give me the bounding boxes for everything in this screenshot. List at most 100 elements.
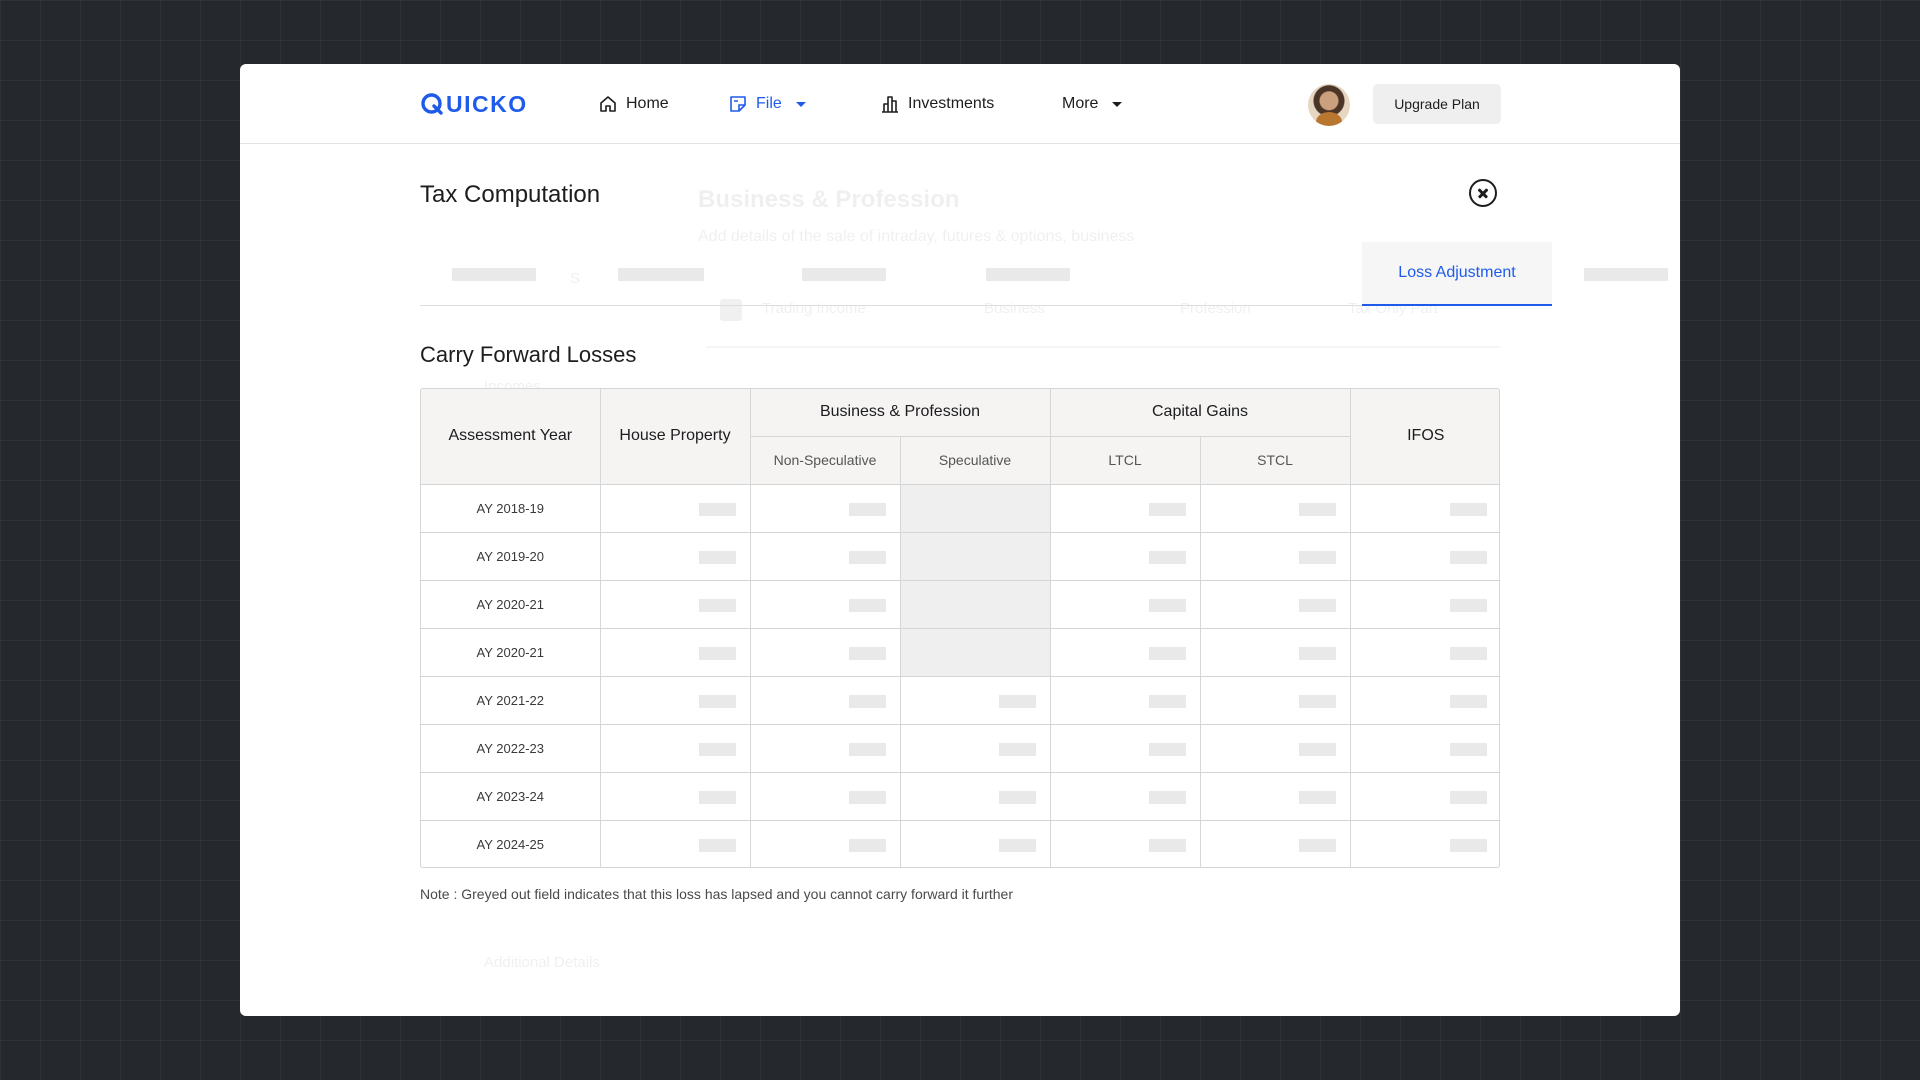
non-speculative-cell[interactable] bbox=[749, 819, 901, 867]
value-placeholder bbox=[1298, 742, 1336, 756]
user-avatar[interactable] bbox=[1308, 84, 1350, 126]
value-placeholder bbox=[1450, 790, 1488, 804]
non-speculative-cell[interactable] bbox=[749, 579, 901, 629]
header-ltcl: LTCL bbox=[1049, 435, 1201, 485]
tab-1[interactable] bbox=[420, 242, 572, 306]
non-speculative-cell[interactable] bbox=[749, 531, 901, 581]
carry-forward-losses-table: Assessment Year House Property Business … bbox=[420, 388, 1500, 868]
value-placeholder bbox=[998, 838, 1036, 852]
ltcl-cell[interactable] bbox=[1049, 483, 1201, 533]
nav-investments-label: Investments bbox=[908, 95, 995, 112]
non-speculative-cell[interactable] bbox=[749, 483, 901, 533]
upgrade-plan-button[interactable]: Upgrade Plan bbox=[1373, 84, 1501, 124]
ltcl-cell[interactable] bbox=[1049, 771, 1201, 821]
tab-label-placeholder bbox=[452, 268, 536, 281]
ifos-cell[interactable] bbox=[1349, 627, 1499, 677]
tab-label-placeholder bbox=[802, 268, 886, 281]
stcl-cell[interactable] bbox=[1199, 819, 1351, 867]
logo-q-icon bbox=[421, 93, 443, 115]
ltcl-cell[interactable] bbox=[1049, 627, 1201, 677]
house-property-cell[interactable] bbox=[599, 531, 751, 581]
assessment-year-cell: AY 2020-21 bbox=[421, 579, 601, 629]
ltcl-cell[interactable] bbox=[1049, 723, 1201, 773]
value-placeholder bbox=[1148, 742, 1186, 756]
value-placeholder bbox=[998, 790, 1036, 804]
tab-loss-adjustment[interactable]: Loss Adjustment bbox=[1362, 242, 1552, 306]
value-placeholder bbox=[698, 838, 736, 852]
stcl-cell[interactable] bbox=[1199, 627, 1351, 677]
value-placeholder bbox=[1148, 646, 1186, 660]
table-row: AY 2020-21 bbox=[421, 627, 1499, 677]
ltcl-cell[interactable] bbox=[1049, 819, 1201, 867]
non-speculative-cell[interactable] bbox=[749, 675, 901, 725]
house-property-cell[interactable] bbox=[599, 771, 751, 821]
stcl-cell[interactable] bbox=[1199, 483, 1351, 533]
ifos-cell[interactable] bbox=[1349, 531, 1499, 581]
nav-file[interactable]: File bbox=[728, 92, 806, 116]
nav-investments[interactable]: Investments bbox=[880, 92, 994, 116]
ltcl-cell[interactable] bbox=[1049, 531, 1201, 581]
speculative-cell[interactable] bbox=[899, 723, 1051, 773]
non-speculative-cell[interactable] bbox=[749, 627, 901, 677]
value-placeholder bbox=[998, 694, 1036, 708]
ifos-cell[interactable] bbox=[1349, 675, 1499, 725]
stcl-cell[interactable] bbox=[1199, 675, 1351, 725]
value-placeholder bbox=[698, 742, 736, 756]
tab-3[interactable] bbox=[752, 242, 932, 306]
ifos-cell[interactable] bbox=[1349, 723, 1499, 773]
house-property-cell[interactable] bbox=[599, 723, 751, 773]
modal-title: Tax Computation bbox=[420, 181, 601, 208]
tab-label-placeholder bbox=[618, 268, 704, 281]
speculative-cell[interactable] bbox=[899, 675, 1051, 725]
house-property-cell[interactable] bbox=[599, 579, 751, 629]
ltcl-cell[interactable] bbox=[1049, 675, 1201, 725]
stcl-cell[interactable] bbox=[1199, 579, 1351, 629]
ifos-cell[interactable] bbox=[1349, 483, 1499, 533]
value-placeholder bbox=[1148, 550, 1186, 564]
chevron-down-icon bbox=[795, 101, 806, 107]
tab-5[interactable] bbox=[1112, 242, 1352, 306]
non-speculative-cell[interactable] bbox=[749, 771, 901, 821]
ifos-cell[interactable] bbox=[1349, 819, 1499, 867]
ifos-cell[interactable] bbox=[1349, 579, 1499, 629]
value-placeholder bbox=[1298, 502, 1336, 516]
nav-home[interactable]: Home bbox=[598, 92, 669, 116]
house-property-cell[interactable] bbox=[599, 675, 751, 725]
stcl-cell[interactable] bbox=[1199, 531, 1351, 581]
value-placeholder bbox=[998, 742, 1036, 756]
value-placeholder bbox=[1298, 694, 1336, 708]
tab-2[interactable] bbox=[572, 242, 752, 306]
section-title: Carry Forward Losses bbox=[420, 342, 637, 367]
value-placeholder bbox=[848, 790, 886, 804]
value-placeholder bbox=[1450, 646, 1488, 660]
close-icon[interactable] bbox=[1469, 179, 1497, 207]
house-property-cell[interactable] bbox=[599, 483, 751, 533]
value-placeholder bbox=[1148, 790, 1186, 804]
value-placeholder bbox=[1450, 550, 1488, 564]
value-placeholder bbox=[1148, 598, 1186, 612]
investments-icon bbox=[882, 96, 898, 113]
value-placeholder bbox=[1298, 550, 1336, 564]
tab-4[interactable] bbox=[932, 242, 1112, 306]
header-speculative: Speculative bbox=[899, 435, 1051, 485]
house-property-cell[interactable] bbox=[599, 819, 751, 867]
stcl-cell[interactable] bbox=[1199, 723, 1351, 773]
assessment-year-cell: AY 2020-21 bbox=[421, 627, 601, 677]
value-placeholder bbox=[1298, 598, 1336, 612]
non-speculative-cell[interactable] bbox=[749, 723, 901, 773]
background-divider bbox=[706, 346, 1500, 348]
quicko-logo[interactable]: UICKO bbox=[420, 91, 528, 117]
stcl-cell[interactable] bbox=[1199, 771, 1351, 821]
house-property-cell[interactable] bbox=[599, 627, 751, 677]
nav-more[interactable]: More bbox=[1062, 92, 1123, 116]
assessment-year-cell: AY 2024-25 bbox=[421, 819, 601, 867]
ltcl-cell[interactable] bbox=[1049, 579, 1201, 629]
value-placeholder bbox=[1148, 694, 1186, 708]
ifos-cell[interactable] bbox=[1349, 771, 1499, 821]
background-additional-details: Additional Details bbox=[484, 954, 600, 971]
speculative-cell[interactable] bbox=[899, 819, 1051, 867]
header-assessment-year: Assessment Year bbox=[421, 389, 601, 485]
tab-7[interactable] bbox=[1552, 242, 1680, 306]
header-house-property: House Property bbox=[599, 389, 751, 485]
speculative-cell[interactable] bbox=[899, 771, 1051, 821]
